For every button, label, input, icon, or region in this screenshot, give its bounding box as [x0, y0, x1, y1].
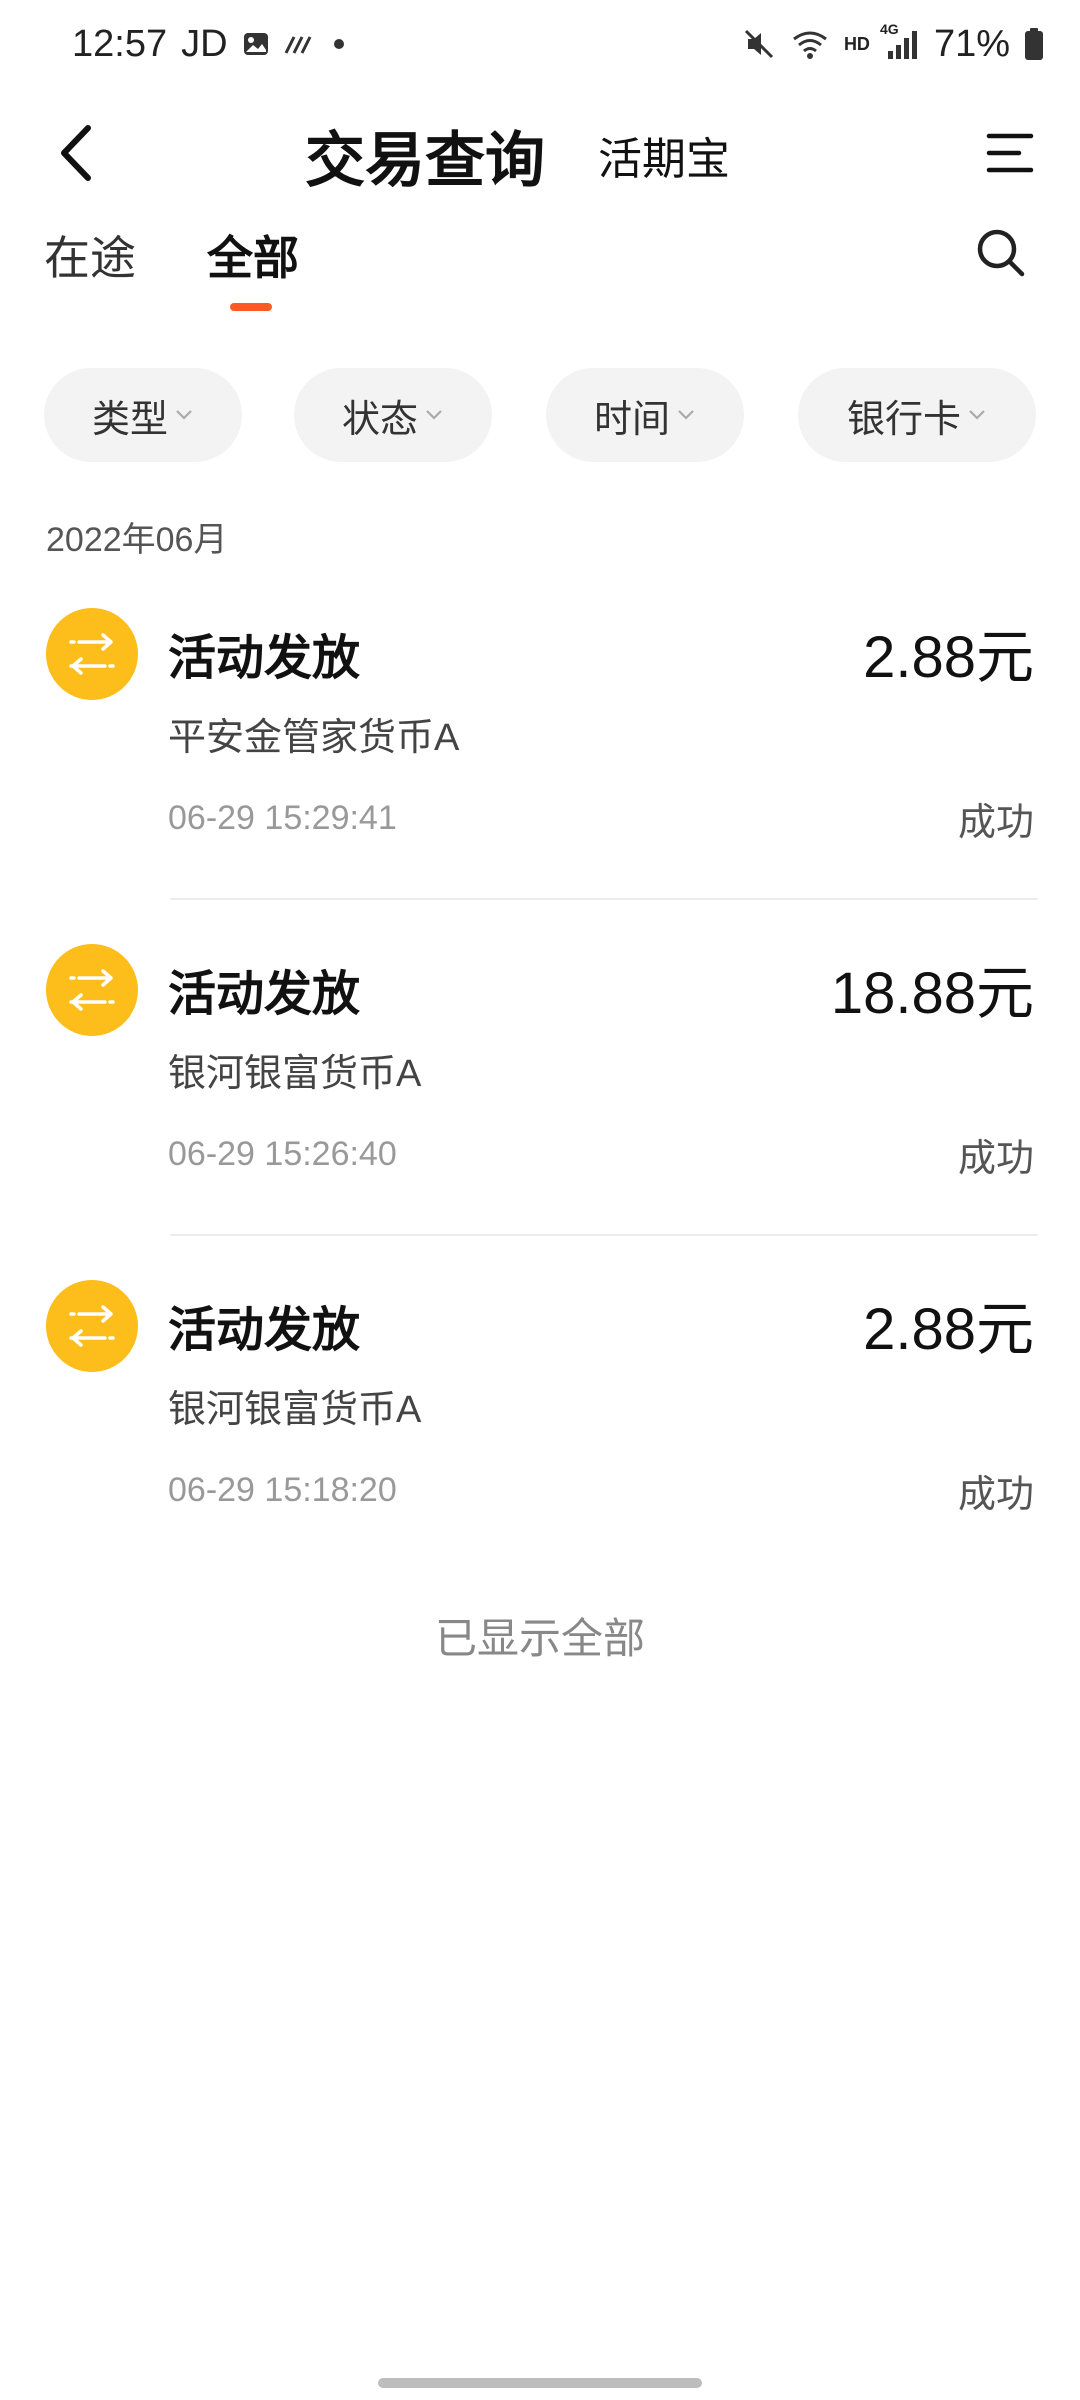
chevron-down-icon	[424, 408, 444, 422]
notification-dot-icon	[332, 37, 346, 51]
chevron-down-icon	[676, 408, 696, 422]
filter-time-label: 时间	[593, 398, 670, 441]
transaction-status: 成功	[957, 1473, 1034, 1516]
status-bar: 12:57 JD HD 4G 71%	[0, 0, 1080, 90]
fund-name: 银河银富货币A	[168, 1388, 422, 1431]
transaction-item[interactable]: 活动发放 18.88元 银河银富货币A 06-29 15:26:40 成功	[0, 944, 1080, 1279]
gallery-icon	[242, 30, 270, 58]
menu-button[interactable]	[970, 115, 1050, 195]
filter-type-label: 类型	[91, 398, 168, 441]
transaction-item[interactable]: 活动发放 2.88元 平安金管家货币A 06-29 15:29:41 成功	[0, 608, 1080, 943]
chevron-left-icon	[56, 122, 96, 189]
divider	[170, 898, 1038, 900]
transaction-type: 活动发放	[168, 632, 361, 685]
chevron-down-icon	[174, 408, 194, 422]
filter-type-chip[interactable]: 类型	[44, 368, 242, 462]
back-button[interactable]	[36, 105, 116, 205]
filter-bank-card-chip[interactable]: 银行卡	[798, 368, 1036, 462]
status-carrier: JD	[181, 22, 228, 65]
home-indicator[interactable]	[378, 2378, 702, 2388]
fund-name: 银河银富货币A	[168, 1052, 422, 1095]
transfer-icon	[46, 608, 138, 700]
status-bar-left: 12:57 JD	[72, 18, 346, 70]
signal-4g-label: 4G	[879, 21, 899, 37]
transaction-amount: 2.88元	[863, 625, 1034, 690]
transaction-amount: 2.88元	[863, 1297, 1034, 1362]
transaction-type: 活动发放	[168, 1304, 361, 1357]
activity-icon	[284, 31, 318, 57]
page-subtitle: 活期宝	[598, 135, 730, 184]
signal-icon: 4G	[880, 21, 920, 61]
filter-bank-card-label: 银行卡	[846, 398, 961, 441]
transaction-status: 成功	[957, 1137, 1034, 1180]
battery-icon	[1024, 27, 1044, 61]
status-bar-right: HD 4G 71%	[742, 18, 1044, 70]
transaction-status: 成功	[957, 801, 1034, 844]
transaction-time: 06-29 15:26:40	[168, 1134, 397, 1173]
network-hd-label: HD	[843, 33, 870, 54]
mute-icon	[742, 27, 776, 61]
divider	[170, 1234, 1038, 1236]
transfer-icon	[46, 944, 138, 1036]
status-time: 12:57	[72, 22, 168, 65]
month-header: 2022年06月	[46, 520, 228, 559]
filter-time-chip[interactable]: 时间	[546, 368, 744, 462]
tab-bar: 在途 全部	[0, 215, 1080, 325]
search-icon	[975, 227, 1027, 284]
transfer-icon	[46, 1280, 138, 1372]
tab-in-transit[interactable]: 在途	[44, 215, 136, 295]
all-shown-note: 已显示全部	[434, 1614, 645, 1662]
menu-icon	[985, 131, 1035, 180]
tab-all[interactable]: 全部	[207, 215, 299, 295]
chevron-down-icon	[967, 408, 987, 422]
battery-percent: 71%	[933, 22, 1010, 65]
active-tab-indicator	[230, 303, 272, 311]
search-button[interactable]	[966, 220, 1036, 290]
transaction-item[interactable]: 活动发放 2.88元 银河银富货币A 06-29 15:18:20 成功	[0, 1280, 1080, 1615]
transaction-type: 活动发放	[168, 968, 361, 1021]
filter-status-label: 状态	[341, 398, 418, 441]
filter-status-chip[interactable]: 状态	[294, 368, 492, 462]
wifi-icon	[790, 27, 830, 61]
page-title: 交易查询	[305, 126, 545, 194]
fund-name: 平安金管家货币A	[168, 716, 460, 759]
transaction-amount: 18.88元	[830, 961, 1034, 1026]
top-bar: 交易查询 活期宝	[0, 90, 1080, 220]
filter-bar: 类型 状态 时间 银行卡	[0, 368, 1080, 462]
transaction-time: 06-29 15:29:41	[168, 798, 397, 837]
transaction-time: 06-29 15:18:20	[168, 1470, 397, 1509]
